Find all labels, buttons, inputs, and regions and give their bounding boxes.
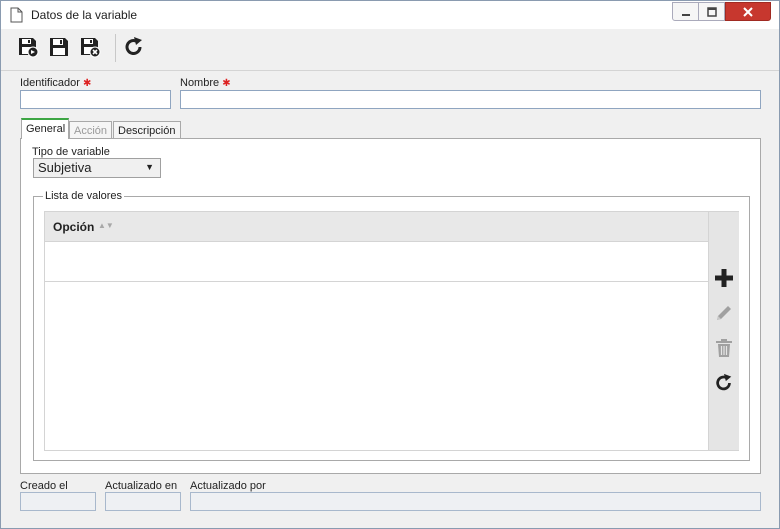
actualizado-por-label: Actualizado por: [190, 480, 266, 492]
maximize-icon: [706, 6, 717, 17]
minimize-icon: [681, 13, 690, 16]
valores-grid: Opción ▲▼: [44, 211, 739, 451]
save-icon: [50, 38, 68, 56]
tab-general[interactable]: General: [21, 118, 69, 139]
close-icon: [743, 6, 753, 17]
actualizado-en-field: [105, 492, 181, 511]
identificador-label: Identificador ✱: [20, 77, 92, 89]
window-title: Datos de la variable: [31, 8, 138, 22]
refresh-icon: [125, 37, 142, 55]
delete-icon: [716, 339, 732, 357]
tipo-variable-value: Subjetiva: [38, 160, 92, 175]
save-and-close-button[interactable]: [78, 35, 102, 59]
lista-valores-fieldset: Lista de valores Opción ▲▼: [33, 190, 750, 461]
actualizado-en-label: Actualizado en: [105, 480, 178, 492]
creado-el-field: [20, 492, 96, 511]
save-and-close-icon: [81, 38, 101, 58]
toolbar-separator: [115, 34, 116, 62]
save-and-new-button[interactable]: [16, 35, 40, 59]
document-icon: [10, 7, 23, 23]
nombre-input[interactable]: [180, 90, 761, 109]
column-header-opcion[interactable]: Opción: [53, 220, 94, 234]
add-button[interactable]: [713, 267, 735, 289]
creado-el-label: Creado el: [20, 480, 68, 492]
toolbar: [1, 29, 779, 71]
maximize-button[interactable]: [699, 2, 725, 21]
sort-icon[interactable]: ▲▼: [98, 221, 114, 230]
grid-refresh-button[interactable]: [713, 372, 735, 394]
edit-button[interactable]: [713, 302, 735, 324]
minimize-button[interactable]: [672, 2, 699, 21]
actualizado-por-field: [190, 492, 761, 511]
tipo-variable-label: Tipo de variable: [32, 146, 110, 158]
dialog-window: Datos de la variable Identificador ✱ Nom…: [0, 0, 780, 529]
form-content: Identificador ✱ Nombre ✱ General Acción …: [1, 71, 779, 528]
add-icon: [715, 269, 733, 287]
title-bar: Datos de la variable: [1, 1, 779, 29]
tab-panel-general: Tipo de variable Subjetiva ▼ Lista de va…: [20, 138, 761, 474]
save-and-new-icon: [19, 38, 39, 58]
tab-accion: Acción: [69, 121, 112, 138]
identificador-input[interactable]: [20, 90, 171, 109]
tipo-variable-select[interactable]: Subjetiva ▼: [33, 158, 161, 178]
tab-descripcion[interactable]: Descripción: [113, 121, 181, 138]
close-button[interactable]: [725, 2, 771, 21]
delete-button[interactable]: [713, 337, 735, 359]
refresh-button[interactable]: [122, 35, 146, 59]
required-icon: ✱: [83, 78, 92, 89]
grid-header: Opción ▲▼: [45, 212, 708, 242]
refresh-icon: [716, 373, 732, 391]
save-button[interactable]: [47, 35, 71, 59]
table-row[interactable]: [45, 242, 708, 282]
dropdown-arrow-icon: ▼: [145, 162, 154, 172]
required-icon: ✱: [222, 78, 231, 89]
nombre-label: Nombre ✱: [180, 77, 231, 89]
grid-side-actions: [708, 212, 739, 450]
lista-valores-legend: Lista de valores: [43, 190, 125, 202]
edit-icon: [717, 306, 731, 320]
